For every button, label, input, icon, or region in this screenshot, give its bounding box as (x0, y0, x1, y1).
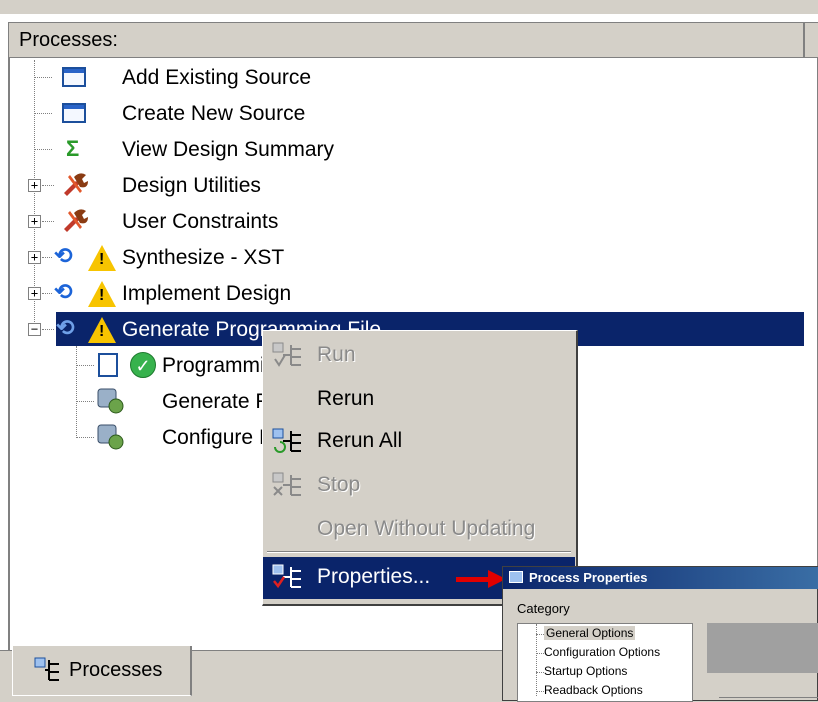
header-right-cell (804, 22, 818, 58)
expand-toggle[interactable]: + (28, 215, 41, 228)
tree-item-label: User Constraints (122, 210, 279, 233)
tree-line (34, 77, 52, 78)
tree-line (42, 185, 54, 186)
expand-toggle[interactable]: + (28, 251, 41, 264)
menu-separator (267, 551, 571, 553)
rerun-all-icon (272, 428, 301, 453)
process-gear-icon (97, 388, 124, 414)
tree-line (536, 691, 544, 692)
category-startup-options[interactable]: Startup Options (544, 664, 627, 678)
tree-item-implement-design[interactable]: + ⟲ ! Implement Design (0, 276, 804, 310)
expand-toggle[interactable]: + (28, 179, 41, 192)
tree-line (536, 672, 544, 673)
tree-item-label: View Design Summary (122, 138, 335, 161)
warning-icon: ! (88, 245, 116, 271)
menu-item-label: Rerun (317, 387, 375, 410)
dialog-app-icon (509, 571, 523, 583)
tree-line (76, 365, 94, 366)
menu-item-rerun[interactable]: Rerun (263, 379, 575, 419)
top-border (0, 0, 818, 14)
category-general-options[interactable]: General Options (544, 626, 636, 640)
context-menu: Run Rerun Rerun All Stop Open Without Up… (262, 330, 578, 606)
tree-line (536, 653, 544, 654)
dialog-title-bar[interactable]: Process Properties (503, 567, 818, 589)
tree-line (34, 113, 52, 114)
tab-label: Processes (69, 659, 163, 681)
tree-item-label: Create New Source (122, 102, 306, 125)
tree-line (42, 329, 54, 330)
properties-grid-line (719, 697, 818, 698)
tree-item-synthesize-xst[interactable]: + ⟲ ! Synthesize - XST (0, 240, 804, 274)
processes-tab-icon (34, 657, 59, 681)
category-tree: General Options Configuration Options St… (517, 623, 693, 702)
tree-item-label: Implement Design (122, 282, 292, 305)
tree-line (76, 401, 94, 402)
tree-line (42, 257, 52, 258)
annotation-arrow (456, 577, 492, 582)
menu-item-label: Rerun All (317, 429, 403, 452)
properties-grid-header (707, 623, 818, 673)
tree-item-design-utilities[interactable]: + Design Utilities (0, 168, 804, 202)
expand-toggle[interactable]: + (28, 287, 41, 300)
tree-line (34, 149, 52, 150)
tree-item-label: Configure I (162, 426, 262, 449)
menu-item-rerun-all[interactable]: Rerun All (263, 421, 575, 461)
refresh-icon: ⟲ (56, 315, 75, 340)
process-gear-icon (97, 424, 124, 450)
tools-icon (64, 173, 88, 196)
tree-item-add-existing-source[interactable]: Add Existing Source (0, 60, 804, 94)
processes-header-label: Processes: (19, 29, 118, 51)
menu-item-label: Stop (317, 473, 361, 496)
warning-icon: ! (88, 281, 116, 307)
process-properties-dialog: Process Properties Category General Opti… (502, 566, 818, 702)
tree-line (76, 437, 94, 438)
tree-item-label: Programmi (162, 354, 262, 377)
stop-icon (272, 472, 301, 496)
report-icon (98, 353, 118, 377)
category-readback-options[interactable]: Readback Options (544, 683, 643, 697)
menu-item-open-without-updating[interactable]: Open Without Updating (263, 509, 575, 549)
menu-item-label: Properties... (317, 565, 431, 588)
tree-item-label: Design Utilities (122, 174, 261, 197)
collapse-toggle[interactable]: − (28, 323, 41, 336)
tools-icon (64, 209, 88, 232)
tree-item-generate-prom[interactable]: Generate F (0, 384, 262, 418)
dialog-title: Process Properties (529, 570, 648, 585)
check-icon: ✓ (130, 352, 156, 378)
window-icon (62, 67, 86, 87)
refresh-icon: ⟲ (54, 243, 73, 268)
processes-header: Processes: (8, 22, 804, 58)
tree-item-create-new-source[interactable]: Create New Source (0, 96, 804, 130)
menu-item-stop[interactable]: Stop (263, 465, 575, 505)
tree-line (42, 221, 54, 222)
run-icon (272, 342, 301, 367)
menu-item-run[interactable]: Run (263, 335, 575, 375)
menu-item-label: Run (317, 343, 356, 366)
tree-item-view-design-summary[interactable]: Σ View Design Summary (0, 132, 804, 166)
tree-item-label: Generate F (162, 390, 262, 413)
refresh-icon: ⟲ (54, 279, 73, 304)
tree-line (536, 634, 544, 635)
window-icon (62, 103, 86, 123)
category-configuration-options[interactable]: Configuration Options (544, 645, 660, 659)
sigma-icon: Σ (66, 136, 80, 161)
category-label: Category (517, 601, 570, 616)
menu-item-label: Open Without Updating (317, 517, 536, 540)
tree-item-programming-file-report[interactable]: ✓ Programmi (0, 348, 262, 382)
tree-line (42, 293, 52, 294)
warning-icon: ! (88, 317, 116, 343)
tree-item-label: Add Existing Source (122, 66, 312, 89)
tree-item-label: Synthesize - XST (122, 246, 285, 269)
tree-item-configure-target-device[interactable]: Configure I (0, 420, 262, 454)
tree-item-user-constraints[interactable]: + User Constraints (0, 204, 804, 238)
properties-icon (272, 564, 301, 589)
tab-processes[interactable]: Processes (12, 646, 192, 696)
